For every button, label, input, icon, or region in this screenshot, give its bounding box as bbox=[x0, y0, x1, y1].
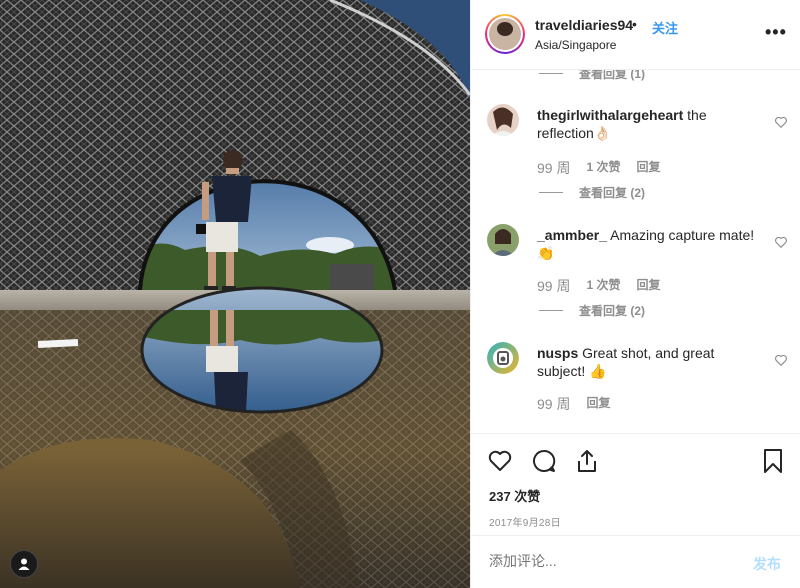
view-replies-label: 查看回复 (2) bbox=[579, 304, 646, 318]
comment-input[interactable] bbox=[489, 553, 729, 569]
add-comment-bar: 发布 bbox=[471, 535, 800, 588]
comment-username[interactable]: _ammber_ bbox=[537, 227, 607, 243]
view-replies-link[interactable]: 查看回复 (2) bbox=[539, 302, 645, 319]
post-date[interactable]: 2017年9月28日 bbox=[489, 514, 561, 529]
author-avatar[interactable] bbox=[485, 14, 525, 54]
heart-icon[interactable] bbox=[774, 235, 788, 249]
like-heart-icon[interactable] bbox=[487, 448, 513, 474]
follow-button[interactable]: 关注 bbox=[652, 18, 678, 37]
comment-likes[interactable]: 1 次赞 bbox=[586, 158, 620, 178]
comment-time[interactable]: 99 周 bbox=[537, 394, 570, 414]
comment-time[interactable]: 99 周 bbox=[537, 158, 570, 178]
view-replies-label: 查看回复 (1) bbox=[579, 70, 646, 81]
comment-meta: 99 周 1 次赞 回复 bbox=[537, 158, 661, 178]
view-replies-label: 查看回复 (2) bbox=[579, 186, 646, 200]
comment-time[interactable]: 99 周 bbox=[537, 276, 570, 296]
reply-button[interactable]: 回复 bbox=[636, 276, 660, 296]
comments-list[interactable]: 查看回复 (1) thegirlwithalargeheart the refl… bbox=[471, 70, 800, 433]
post-location[interactable]: Asia/Singapore bbox=[535, 38, 616, 52]
post-header: traveldiaries94 • 关注 Asia/Singapore ••• bbox=[471, 0, 800, 70]
post-photo[interactable] bbox=[0, 0, 470, 588]
tagged-users-button[interactable] bbox=[10, 550, 38, 578]
heart-icon[interactable] bbox=[774, 353, 788, 367]
more-options-icon[interactable]: ••• bbox=[765, 22, 787, 43]
comment-text: nusps Great shot, and great subject! 👍 bbox=[537, 344, 765, 380]
heart-icon[interactable] bbox=[774, 115, 788, 129]
reply-button[interactable]: 回复 bbox=[636, 158, 660, 178]
comment-meta: 99 周 1 次赞 回复 bbox=[537, 276, 661, 296]
comment-likes[interactable]: 1 次赞 bbox=[586, 276, 620, 296]
comment-bubble-icon[interactable] bbox=[531, 448, 557, 474]
separator-dot: • bbox=[632, 16, 637, 32]
post-side-panel: traveldiaries94 • 关注 Asia/Singapore ••• … bbox=[470, 0, 800, 588]
comment-username[interactable]: nusps bbox=[537, 345, 578, 361]
comment-meta: 99 周 回复 bbox=[537, 394, 610, 414]
share-icon[interactable] bbox=[574, 448, 600, 474]
bookmark-icon[interactable] bbox=[760, 448, 786, 474]
commenter-avatar[interactable] bbox=[487, 104, 519, 136]
post-comment-button[interactable]: 发布 bbox=[753, 554, 781, 574]
likes-count[interactable]: 237 次赞 bbox=[489, 486, 540, 505]
view-replies-link[interactable]: 查看回复 (2) bbox=[539, 184, 645, 201]
comment-username[interactable]: thegirlwithalargeheart bbox=[537, 107, 683, 123]
comment-text: thegirlwithalargeheart the reflection👌🏻 bbox=[537, 106, 765, 142]
post-actions: 237 次赞 2017年9月28日 bbox=[471, 433, 800, 543]
author-username[interactable]: traveldiaries94 bbox=[535, 17, 633, 33]
commenter-avatar[interactable] bbox=[487, 224, 519, 256]
comment-text: _ammber_ Amazing capture mate! 👏 bbox=[537, 226, 765, 262]
commenter-avatar[interactable] bbox=[487, 342, 519, 374]
user-icon bbox=[18, 558, 30, 570]
reply-button[interactable]: 回复 bbox=[586, 394, 610, 414]
view-replies-link[interactable]: 查看回复 (1) bbox=[539, 70, 645, 82]
photo-image bbox=[0, 0, 470, 588]
